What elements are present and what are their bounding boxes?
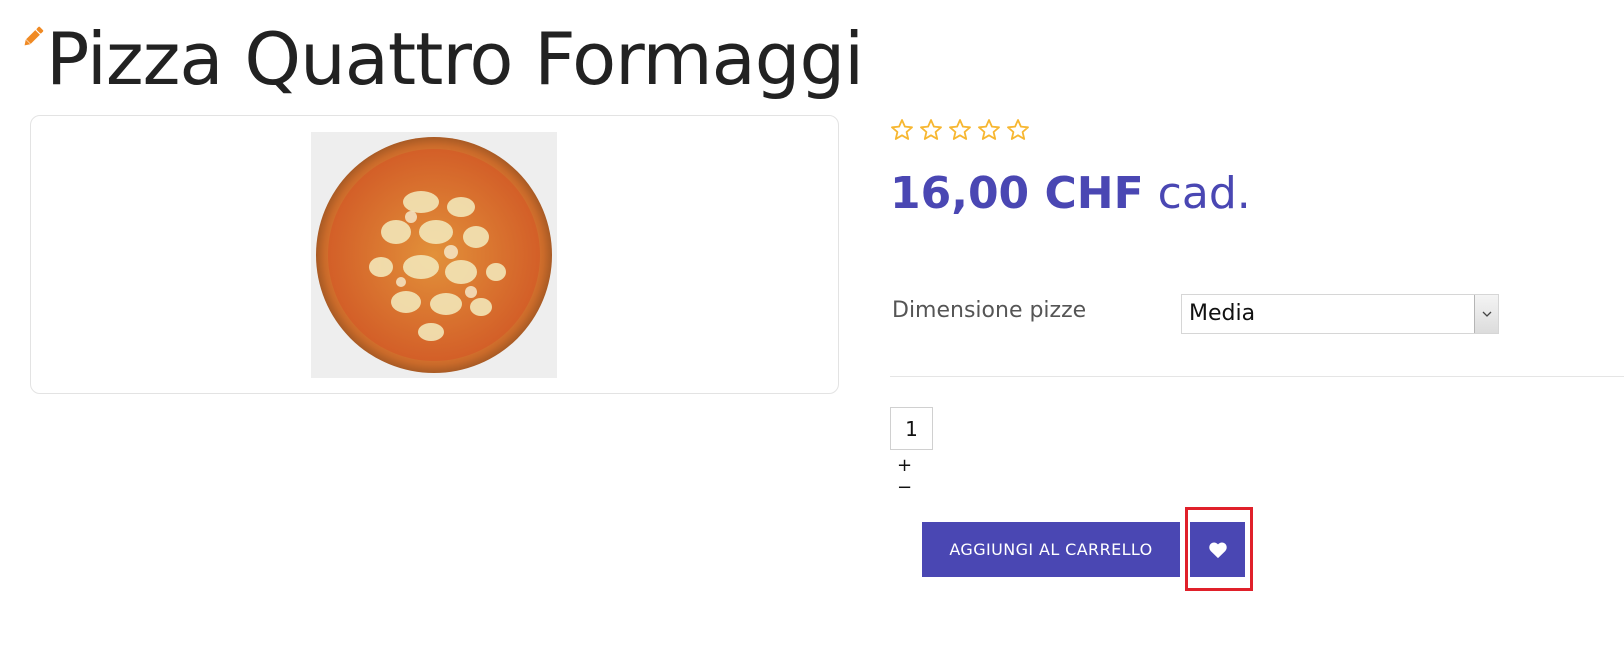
size-select-value: Media	[1189, 301, 1256, 326]
star-icon[interactable]	[919, 118, 943, 142]
quantity-input[interactable]: 1	[890, 407, 933, 450]
product-image[interactable]	[311, 132, 557, 378]
pencil-icon[interactable]	[20, 24, 46, 50]
price-unit: cad.	[1157, 168, 1251, 219]
quantity-increment-button[interactable]: +	[897, 457, 912, 475]
heart-icon	[1208, 541, 1227, 558]
section-divider	[890, 376, 1624, 377]
star-icon[interactable]	[977, 118, 1001, 142]
size-select[interactable]: Media	[1181, 294, 1499, 334]
rating-stars[interactable]	[890, 118, 1030, 142]
quantity-decrement-button[interactable]: −	[897, 479, 912, 497]
product-image-frame	[30, 115, 839, 394]
add-to-cart-button[interactable]: AGGIUNGI AL CARRELLO	[922, 522, 1180, 577]
star-icon[interactable]	[1006, 118, 1030, 142]
product-title: Pizza Quattro Formaggi	[46, 17, 864, 101]
star-icon[interactable]	[890, 118, 914, 142]
wishlist-button[interactable]	[1190, 522, 1245, 577]
size-option-label: Dimensione pizze	[892, 298, 1087, 323]
chevron-down-icon[interactable]	[1474, 295, 1498, 333]
price-amount: 16,00 CHF	[890, 168, 1144, 219]
star-icon[interactable]	[948, 118, 972, 142]
product-price: 16,00 CHF cad.	[890, 168, 1251, 219]
